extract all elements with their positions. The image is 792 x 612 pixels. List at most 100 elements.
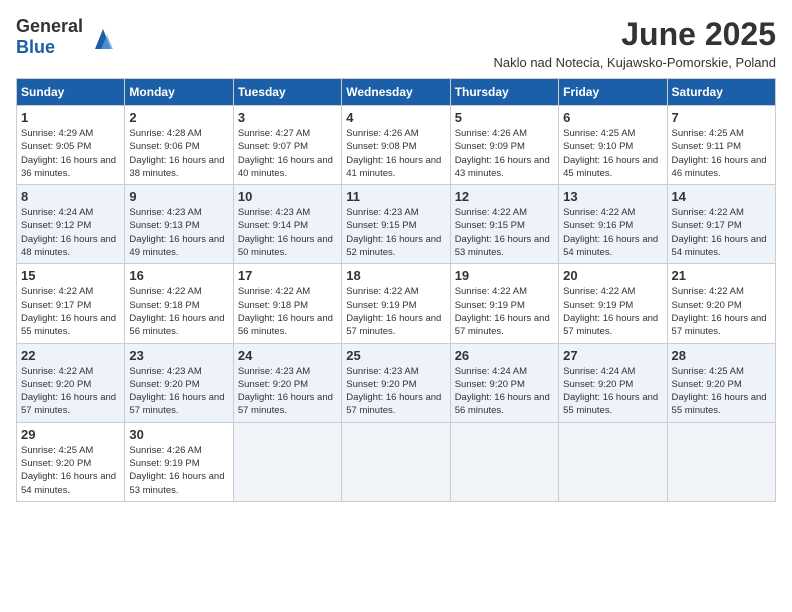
day-number: 23 <box>129 348 228 363</box>
calendar-week-row: 29 Sunrise: 4:25 AMSunset: 9:20 PMDayligh… <box>17 422 776 501</box>
calendar-cell: 15 Sunrise: 4:22 AMSunset: 9:17 PMDayligh… <box>17 264 125 343</box>
day-content: Sunrise: 4:26 AMSunset: 9:08 PMDaylight:… <box>346 127 445 180</box>
day-content: Sunrise: 4:22 AMSunset: 9:19 PMDaylight:… <box>563 285 662 338</box>
calendar-table: SundayMondayTuesdayWednesdayThursdayFrid… <box>16 78 776 502</box>
day-content: Sunrise: 4:24 AMSunset: 9:20 PMDaylight:… <box>455 365 554 418</box>
day-number: 29 <box>21 427 120 442</box>
day-number: 15 <box>21 268 120 283</box>
calendar-cell: 8Sunrise: 4:24 AMSunset: 9:12 PMDaylight… <box>17 185 125 264</box>
day-header-friday: Friday <box>559 79 667 106</box>
title-area: June 2025 Naklo nad Notecia, Kujawsko-Po… <box>493 16 776 70</box>
day-content: Sunrise: 4:27 AMSunset: 9:07 PMDaylight:… <box>238 127 337 180</box>
day-header-saturday: Saturday <box>667 79 775 106</box>
day-number: 13 <box>563 189 662 204</box>
calendar-cell: 26 Sunrise: 4:24 AMSunset: 9:20 PMDayligh… <box>450 343 558 422</box>
logo-general: General <box>16 16 83 36</box>
calendar-cell: 3 Sunrise: 4:27 AMSunset: 9:07 PMDaylight… <box>233 106 341 185</box>
calendar-cell: 16Sunrise: 4:22 AMSunset: 9:18 PMDayligh… <box>125 264 233 343</box>
day-number: 27 <box>563 348 662 363</box>
calendar-cell: 22Sunrise: 4:22 AMSunset: 9:20 PMDayligh… <box>17 343 125 422</box>
day-content: Sunrise: 4:25 AMSunset: 9:20 PMDaylight:… <box>672 365 771 418</box>
day-content: Sunrise: 4:22 AMSunset: 9:19 PMDaylight:… <box>455 285 554 338</box>
day-content: Sunrise: 4:23 AMSunset: 9:20 PMDaylight:… <box>346 365 445 418</box>
day-content: Sunrise: 4:28 AMSunset: 9:06 PMDaylight:… <box>129 127 228 180</box>
day-content: Sunrise: 4:22 AMSunset: 9:17 PMDaylight:… <box>672 206 771 259</box>
calendar-header: SundayMondayTuesdayWednesdayThursdayFrid… <box>17 79 776 106</box>
calendar-cell: 4 Sunrise: 4:26 AMSunset: 9:08 PMDaylight… <box>342 106 450 185</box>
day-number: 24 <box>238 348 337 363</box>
day-number: 7 <box>672 110 771 125</box>
day-header-tuesday: Tuesday <box>233 79 341 106</box>
calendar-week-row: 22Sunrise: 4:22 AMSunset: 9:20 PMDayligh… <box>17 343 776 422</box>
day-number: 2 <box>129 110 228 125</box>
day-number: 17 <box>238 268 337 283</box>
calendar-week-row: 8Sunrise: 4:24 AMSunset: 9:12 PMDaylight… <box>17 185 776 264</box>
day-header-wednesday: Wednesday <box>342 79 450 106</box>
day-header-sunday: Sunday <box>17 79 125 106</box>
day-content: Sunrise: 4:22 AMSunset: 9:16 PMDaylight:… <box>563 206 662 259</box>
calendar-cell: 11 Sunrise: 4:23 AMSunset: 9:15 PMDayligh… <box>342 185 450 264</box>
calendar-cell: 6Sunrise: 4:25 AMSunset: 9:10 PMDaylight… <box>559 106 667 185</box>
day-number: 14 <box>672 189 771 204</box>
calendar-cell <box>667 422 775 501</box>
day-number: 20 <box>563 268 662 283</box>
day-number: 10 <box>238 189 337 204</box>
calendar-cell: 12 Sunrise: 4:22 AMSunset: 9:15 PMDayligh… <box>450 185 558 264</box>
day-content: Sunrise: 4:23 AMSunset: 9:14 PMDaylight:… <box>238 206 337 259</box>
header: General Blue June 2025 Naklo nad Notecia… <box>16 16 776 70</box>
day-content: Sunrise: 4:23 AMSunset: 9:15 PMDaylight:… <box>346 206 445 259</box>
day-number: 26 <box>455 348 554 363</box>
calendar-cell: 27Sunrise: 4:24 AMSunset: 9:20 PMDayligh… <box>559 343 667 422</box>
day-number: 4 <box>346 110 445 125</box>
calendar-cell <box>559 422 667 501</box>
location-subtitle: Naklo nad Notecia, Kujawsko-Pomorskie, P… <box>493 55 776 70</box>
month-title: June 2025 <box>493 16 776 53</box>
day-number: 1 <box>21 110 120 125</box>
day-content: Sunrise: 4:22 AMSunset: 9:19 PMDaylight:… <box>346 285 445 338</box>
day-content: Sunrise: 4:24 AMSunset: 9:12 PMDaylight:… <box>21 206 120 259</box>
calendar-cell: 1Sunrise: 4:29 AMSunset: 9:05 PMDaylight… <box>17 106 125 185</box>
day-number: 25 <box>346 348 445 363</box>
calendar-cell <box>450 422 558 501</box>
day-content: Sunrise: 4:22 AMSunset: 9:15 PMDaylight:… <box>455 206 554 259</box>
day-header-thursday: Thursday <box>450 79 558 106</box>
calendar-cell: 10 Sunrise: 4:23 AMSunset: 9:14 PMDayligh… <box>233 185 341 264</box>
logo: General Blue <box>16 16 119 58</box>
calendar-week-row: 15 Sunrise: 4:22 AMSunset: 9:17 PMDayligh… <box>17 264 776 343</box>
day-content: Sunrise: 4:22 AMSunset: 9:20 PMDaylight:… <box>21 365 120 418</box>
calendar-cell: 23Sunrise: 4:23 AMSunset: 9:20 PMDayligh… <box>125 343 233 422</box>
day-content: Sunrise: 4:25 AMSunset: 9:20 PMDaylight:… <box>21 444 120 497</box>
day-content: Sunrise: 4:23 AMSunset: 9:13 PMDaylight:… <box>129 206 228 259</box>
day-content: Sunrise: 4:22 AMSunset: 9:17 PMDaylight:… <box>21 285 120 338</box>
calendar-cell: 14 Sunrise: 4:22 AMSunset: 9:17 PMDayligh… <box>667 185 775 264</box>
calendar-cell: 19 Sunrise: 4:22 AMSunset: 9:19 PMDayligh… <box>450 264 558 343</box>
calendar-cell <box>233 422 341 501</box>
calendar-cell: 18 Sunrise: 4:22 AMSunset: 9:19 PMDayligh… <box>342 264 450 343</box>
calendar-cell: 13 Sunrise: 4:22 AMSunset: 9:16 PMDayligh… <box>559 185 667 264</box>
day-number: 18 <box>346 268 445 283</box>
day-number: 9 <box>129 189 228 204</box>
calendar-cell: 24 Sunrise: 4:23 AMSunset: 9:20 PMDayligh… <box>233 343 341 422</box>
day-number: 21 <box>672 268 771 283</box>
day-number: 6 <box>563 110 662 125</box>
calendar-cell: 21Sunrise: 4:22 AMSunset: 9:20 PMDayligh… <box>667 264 775 343</box>
calendar-cell: 25 Sunrise: 4:23 AMSunset: 9:20 PMDayligh… <box>342 343 450 422</box>
header-row: SundayMondayTuesdayWednesdayThursdayFrid… <box>17 79 776 106</box>
day-number: 5 <box>455 110 554 125</box>
day-number: 3 <box>238 110 337 125</box>
day-number: 28 <box>672 348 771 363</box>
day-number: 19 <box>455 268 554 283</box>
calendar-cell: 28 Sunrise: 4:25 AMSunset: 9:20 PMDayligh… <box>667 343 775 422</box>
day-number: 30 <box>129 427 228 442</box>
calendar-cell: 29 Sunrise: 4:25 AMSunset: 9:20 PMDayligh… <box>17 422 125 501</box>
day-number: 11 <box>346 189 445 204</box>
logo-blue: Blue <box>16 37 55 57</box>
day-content: Sunrise: 4:22 AMSunset: 9:18 PMDaylight:… <box>238 285 337 338</box>
logo-icon <box>87 21 119 53</box>
day-number: 12 <box>455 189 554 204</box>
logo-text: General Blue <box>16 16 83 58</box>
day-content: Sunrise: 4:22 AMSunset: 9:18 PMDaylight:… <box>129 285 228 338</box>
calendar-cell: 2 Sunrise: 4:28 AMSunset: 9:06 PMDaylight… <box>125 106 233 185</box>
day-content: Sunrise: 4:26 AMSunset: 9:09 PMDaylight:… <box>455 127 554 180</box>
day-content: Sunrise: 4:23 AMSunset: 9:20 PMDaylight:… <box>238 365 337 418</box>
